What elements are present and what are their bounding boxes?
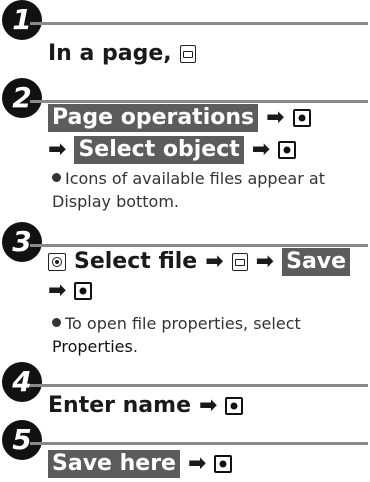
instruction-text: Enter name [48,393,191,418]
menu-item-page-operations: Page operations [48,104,259,132]
step-note: To open file properties, select Properti… [52,312,364,358]
bullet-icon [52,318,61,327]
arrow-icon: ➡ [205,249,224,274]
step-instruction: Select file ➡ ➡ Save [48,248,351,276]
arrow-icon: ➡ [255,249,275,274]
mail-icon [231,253,248,271]
arrow-icon: ➡ [48,278,67,303]
step-number: 5 [2,420,42,460]
center-button-icon [214,455,233,473]
mail-icon [179,45,196,63]
step-number: 2 [2,78,42,118]
step-divider [30,100,368,103]
center-button-icon [74,282,93,300]
step-instruction: Page operations ➡ [48,104,311,132]
step-instruction: Enter name ➡ [48,392,244,420]
note-punctuation: . [132,337,138,356]
step-instruction: Save here ➡ [48,450,233,478]
arrow-icon: ➡ [199,393,218,418]
step-divider [30,442,368,445]
menu-item-save-here: Save here [48,450,180,478]
arrow-icon: ➡ [266,105,285,130]
step-number: 1 [2,0,42,40]
step-instruction: ➡ [48,278,93,303]
step-note: Icons of available files appear at Displ… [52,167,364,213]
instruction-text: In a page, [48,41,172,66]
center-button-icon [278,141,297,159]
step-divider [30,384,368,387]
center-button-icon [225,397,244,415]
step-number: 4 [2,362,42,402]
bullet-icon [52,173,61,182]
note-text: Icons of available files appear at Displ… [52,169,325,211]
note-text: To open file properties, select [65,314,301,333]
arrow-icon: ➡ [251,137,271,162]
step-instruction: ➡ Select object ➡ [48,136,297,164]
arrow-icon: ➡ [187,451,207,476]
step-number: 3 [2,222,42,262]
menu-item-select-object: Select object [74,136,244,164]
step-divider [30,22,368,25]
navigation-key-icon [48,253,66,271]
menu-item-save: Save [282,248,351,276]
step-divider [30,244,368,247]
note-emphasis: Properties [52,337,133,356]
arrow-icon: ➡ [48,137,67,162]
center-button-icon [292,109,311,127]
step-instruction: In a page, [48,40,196,68]
instruction-text: Select file [74,249,198,274]
